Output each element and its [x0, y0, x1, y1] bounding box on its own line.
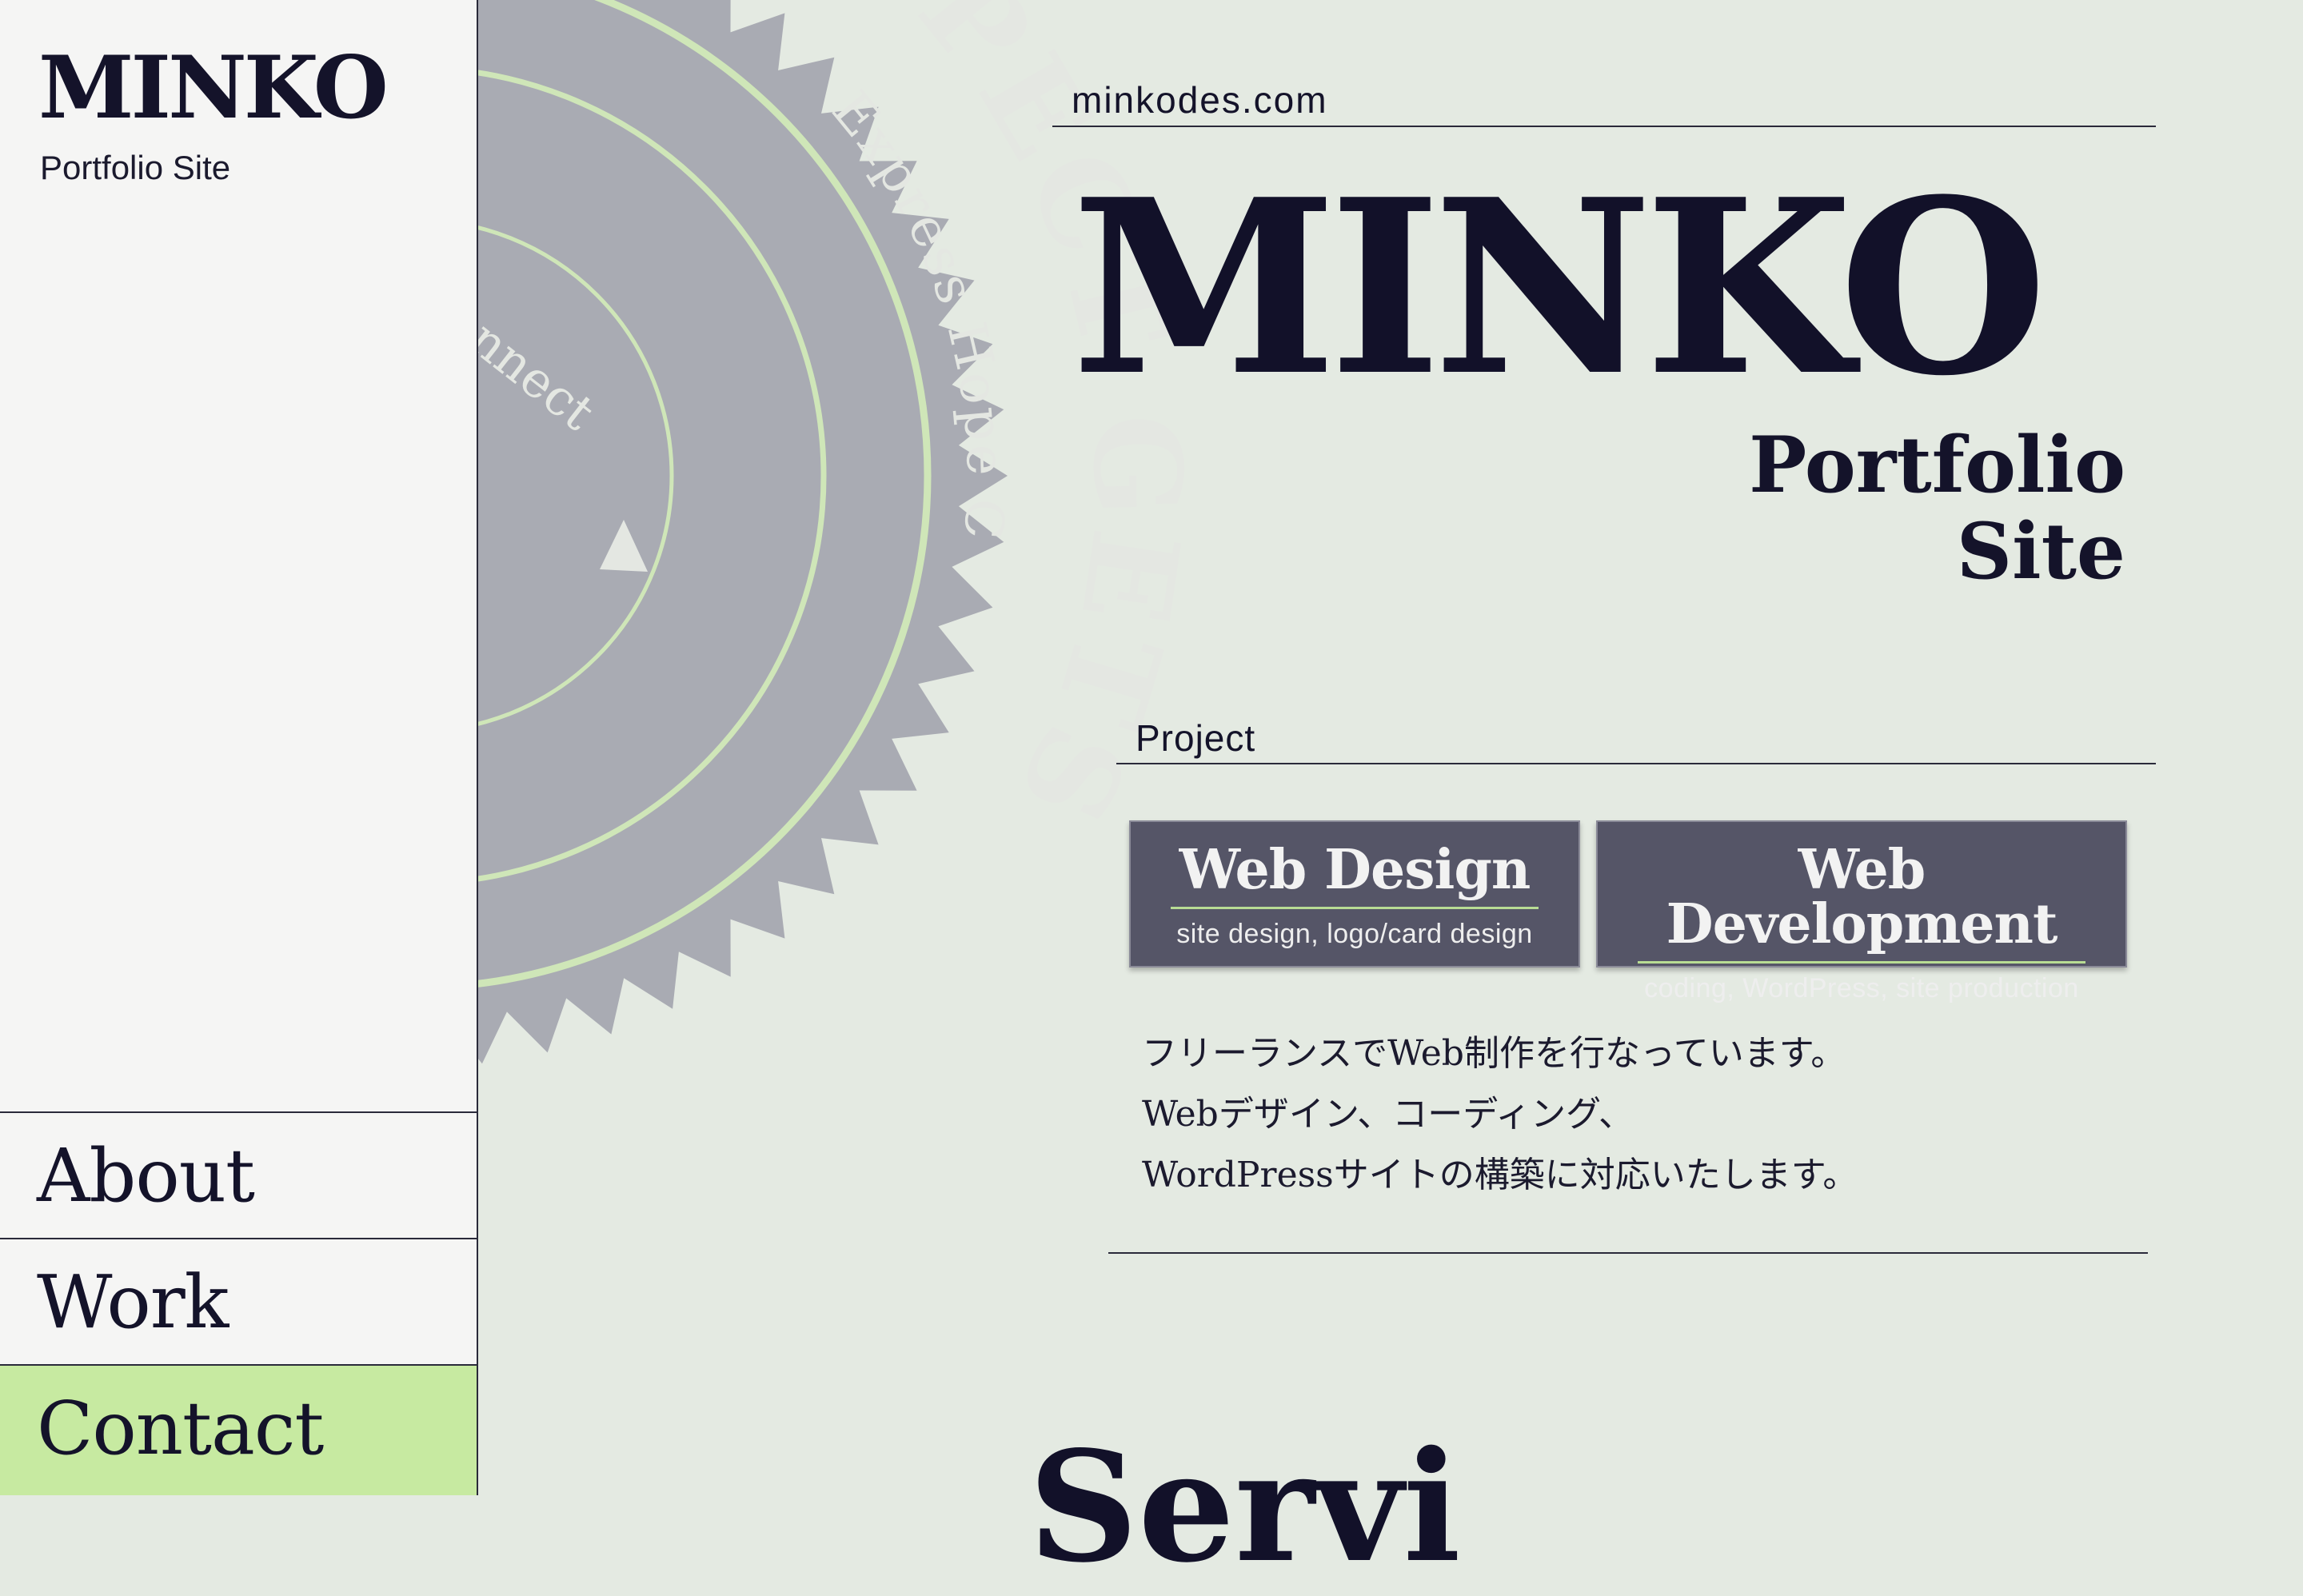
web-design-card[interactable]: Web Design site design, logo/card design	[1129, 820, 1580, 968]
web-design-underline	[1171, 907, 1539, 909]
sidebar-nav: About Work Contact	[0, 1111, 477, 1495]
intro-line-2: Webデザイン、コーディング、	[1142, 1094, 1634, 1135]
web-development-desc: coding, WordPress, site production	[1644, 973, 2079, 1003]
intro-line-3: WordPressサイトの構築に対応いたします。	[1142, 1155, 1858, 1195]
web-design-title: Web Design	[1179, 838, 1531, 902]
sidebar-subtitle: Portfolio Site	[40, 149, 231, 186]
nav-item-contact[interactable]: Contact	[0, 1364, 477, 1495]
web-development-underline	[1638, 961, 2085, 964]
hero-subtitle: Portfolio Site	[1749, 422, 2125, 595]
web-development-title: Web Development	[1666, 838, 2058, 956]
seal-partial-text: nnect	[458, 309, 605, 441]
project-label: Project	[1136, 717, 1256, 759]
intro-text: フリーランスでWeb制作を行なっています。 Webデザイン、コーディング、 Wo…	[1142, 1023, 1858, 1206]
hero-subtitle-line2: Site	[1956, 506, 2125, 597]
web-design-desc: site design, logo/card design	[1176, 919, 1533, 949]
nav-item-about[interactable]: About	[0, 1111, 477, 1238]
intro-line-1: フリーランスでWeb制作を行なっています。	[1142, 1033, 1846, 1074]
domain-divider	[1052, 126, 2156, 127]
hero-subtitle-line1: Portfolio	[1749, 420, 2125, 510]
intro-divider	[1108, 1252, 2148, 1254]
next-section-heading: Servi	[1028, 1418, 1461, 1596]
web-development-card[interactable]: Web Development coding, WordPress, site …	[1596, 820, 2127, 1003]
seal-triangle-icon	[600, 520, 648, 572]
sidebar-logo[interactable]: MINKO	[38, 45, 389, 131]
sidebar: MINKO Portfolio Site About Work Contact	[0, 0, 478, 1495]
seal-inner-text: Express Hope C	[820, 80, 1017, 544]
project-divider	[1116, 763, 2156, 764]
hero-title: MINKO	[1072, 146, 2048, 429]
nav-item-work[interactable]: Work	[0, 1238, 477, 1364]
site-domain: minkodes.com	[1072, 79, 1328, 121]
